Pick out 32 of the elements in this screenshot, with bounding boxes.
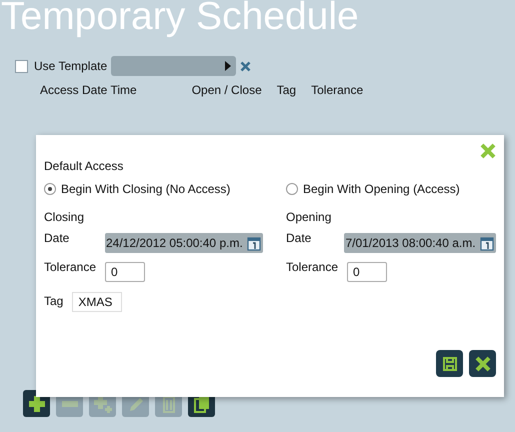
calendar-icon[interactable] — [480, 236, 494, 250]
date-field[interactable]: 24/12/2012 05:00:40 p.m. — [105, 233, 263, 253]
column-header: Tolerance — [311, 83, 364, 97]
tag-field[interactable]: XMAS — [72, 292, 122, 312]
section-title: Closing — [44, 209, 86, 225]
caret-icon — [225, 61, 231, 71]
tolerance-field[interactable]: 0 — [105, 262, 145, 282]
column-header: Tag — [276, 83, 296, 97]
field-label: Date — [286, 231, 312, 245]
close-icon — [474, 356, 490, 372]
minus-icon — [60, 400, 80, 406]
checkbox[interactable] — [15, 60, 28, 72]
column-header: Open / Close — [192, 83, 262, 97]
field-label: Tolerance — [44, 260, 98, 274]
section-heading: Default Access — [44, 159, 124, 175]
save-icon — [442, 356, 458, 372]
date-field[interactable]: 7/01/2013 08:00:40 a.m. — [344, 233, 496, 253]
save-button[interactable] — [436, 350, 463, 377]
calendar-icon[interactable] — [247, 236, 261, 250]
field-label: Tolerance — [286, 260, 340, 274]
field-label: Date — [44, 231, 70, 245]
page-title: Temporary Schedule — [0, 0, 360, 36]
column-header: Access Date Time — [40, 83, 137, 97]
plus-icon — [26, 394, 46, 414]
checkbox-label: Use Template — [34, 59, 108, 73]
clear-icon[interactable] — [240, 60, 251, 72]
section-title: Opening — [286, 209, 332, 225]
tolerance-field[interactable]: 0 — [347, 262, 387, 282]
radio-option[interactable]: Begin With Opening (Access) — [286, 180, 496, 198]
cancel-button[interactable] — [469, 350, 496, 377]
radio-option[interactable]: Begin With Closing (No Access) — [44, 180, 286, 198]
field-label: Tag — [44, 294, 64, 308]
